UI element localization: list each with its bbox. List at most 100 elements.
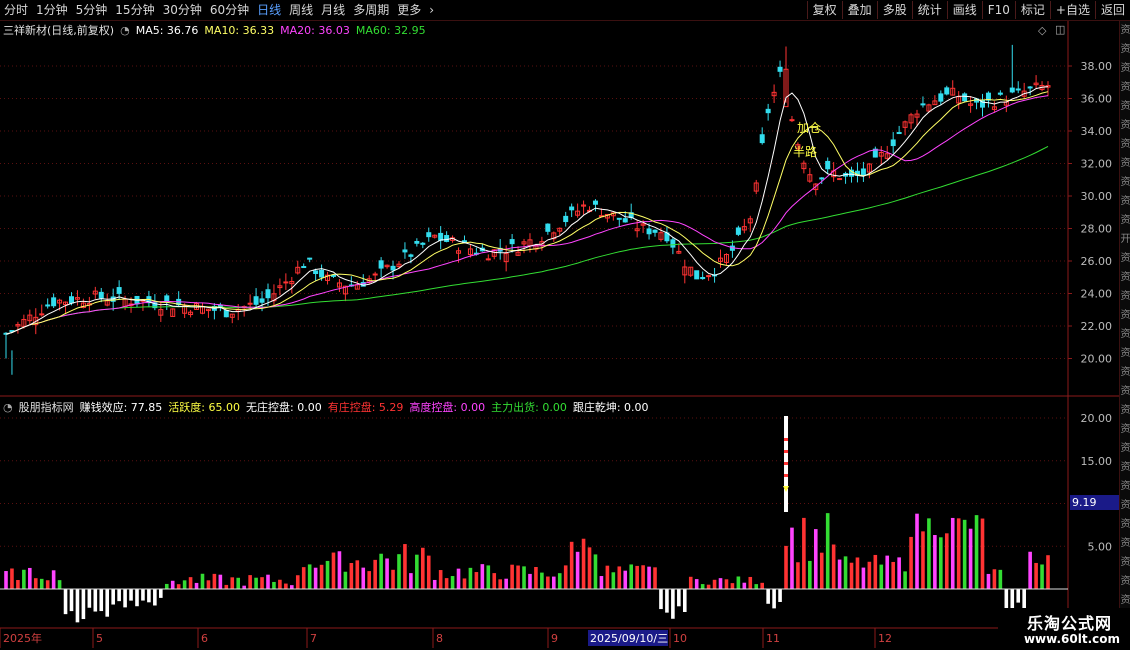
indicator-bar bbox=[784, 545, 788, 589]
indicator-title: 股朋指标网 bbox=[18, 401, 74, 414]
price-tick-label: 32.00 bbox=[1081, 158, 1113, 171]
candle-body bbox=[789, 119, 795, 122]
indicator-value: 活跃度: 65.00 bbox=[168, 401, 241, 414]
candle-body bbox=[1015, 88, 1021, 91]
sidebar-char: 资 bbox=[1120, 538, 1130, 549]
indicator-bar bbox=[438, 570, 443, 589]
date-label: 11 bbox=[766, 632, 780, 645]
sidebar-char: 资 bbox=[1120, 329, 1130, 340]
candle-body bbox=[283, 281, 289, 284]
kline-chart[interactable]: 38.00 36.00 34.00 32.00 30.00 28.00 26.00 24.00… bbox=[0, 0, 1130, 650]
candle-body bbox=[825, 160, 831, 170]
indicator-bar bbox=[218, 574, 223, 589]
indicator-bar bbox=[123, 589, 127, 608]
indicator-bar bbox=[796, 562, 800, 589]
sidebar-char: 资 bbox=[1120, 44, 1130, 55]
indicator-bar bbox=[736, 576, 741, 589]
price-tick-label: 26.00 bbox=[1081, 255, 1113, 268]
candle-body bbox=[253, 296, 259, 305]
indicator-bar bbox=[998, 569, 1003, 589]
right-info-sidebar[interactable]: 资资资资资资资资资资资开资资资资资资资资资资资资资资资资资资资资 bbox=[1119, 21, 1130, 641]
indicator-bar bbox=[813, 529, 818, 589]
indicator-bar bbox=[843, 556, 848, 589]
signal-marker-stripe bbox=[784, 474, 789, 477]
sidebar-char: 资 bbox=[1120, 462, 1130, 473]
watermark-title: 乐淘公式网 bbox=[1026, 614, 1112, 633]
candle-body bbox=[706, 275, 712, 278]
indicator-bar bbox=[677, 589, 681, 607]
indicator-bar bbox=[498, 579, 503, 589]
indicator-bar bbox=[1022, 589, 1026, 609]
indicator-bar bbox=[188, 577, 193, 589]
signal-marker-stripe bbox=[784, 450, 789, 453]
indicator-bar bbox=[63, 589, 68, 615]
indicator-bar bbox=[903, 571, 907, 589]
candle-body bbox=[890, 139, 896, 147]
indicator-bar bbox=[1046, 555, 1050, 589]
candle-body bbox=[438, 232, 444, 241]
indicator-bar bbox=[99, 589, 104, 612]
indicator-bar bbox=[248, 575, 252, 589]
indicator-bar bbox=[593, 554, 598, 589]
indicator-bar bbox=[599, 576, 604, 589]
ma60-line bbox=[5, 145, 1049, 335]
indicator-bar bbox=[69, 589, 74, 612]
indicator-bar bbox=[629, 564, 633, 589]
candle-body bbox=[1009, 87, 1015, 93]
indicator-bar bbox=[87, 589, 92, 608]
indicator-bar bbox=[712, 579, 717, 589]
indicator-bar bbox=[200, 573, 205, 589]
indicator-bar bbox=[861, 567, 866, 589]
candle-body bbox=[247, 302, 253, 305]
candle-body bbox=[330, 274, 336, 277]
indicator-bar bbox=[1010, 589, 1015, 611]
indicator-bar bbox=[135, 589, 139, 607]
indicator-bar bbox=[617, 566, 622, 589]
indicator-bar bbox=[182, 580, 187, 589]
indicator-bar bbox=[10, 568, 14, 589]
window-toggle-icon[interactable]: ◫ bbox=[1055, 23, 1065, 36]
price-tick-label: 24.00 bbox=[1081, 288, 1113, 301]
indicator-values: 赚钱效应: 77.85 活跃度: 65.00 无庄控盘: 0.00 有庄控盘: 5.2… bbox=[80, 399, 649, 415]
sidebar-char: 资 bbox=[1120, 424, 1130, 435]
indicator-bar bbox=[432, 579, 437, 589]
sidebar-char: 资 bbox=[1120, 557, 1130, 568]
sidebar-char: 资 bbox=[1120, 310, 1130, 321]
half-way-signal: 半路 bbox=[793, 145, 818, 159]
indicator-bar bbox=[808, 560, 812, 589]
diamond-icon[interactable]: ◇ bbox=[1038, 24, 1046, 37]
indicator-bar bbox=[1016, 589, 1021, 603]
ma5-line bbox=[5, 86, 1049, 335]
indicator-bar bbox=[224, 584, 229, 589]
indicator-bar bbox=[373, 559, 377, 589]
indicator-bar bbox=[295, 575, 300, 589]
sidebar-char: 资 bbox=[1120, 158, 1130, 169]
indicator-bar bbox=[605, 565, 610, 589]
price-tick-label: 34.00 bbox=[1081, 125, 1113, 138]
ma-value: MA10: 36.33 bbox=[204, 23, 275, 37]
ma-toggle-icon[interactable]: ◔ bbox=[120, 24, 130, 37]
indicator-tick-label: 5.00 bbox=[1088, 540, 1113, 553]
date-label: 2025年 bbox=[3, 631, 42, 645]
indicator-bar bbox=[575, 551, 580, 589]
sidebar-char: 资 bbox=[1120, 63, 1130, 74]
indicator-bar bbox=[962, 519, 967, 589]
sidebar-char: 资 bbox=[1120, 215, 1130, 226]
sidebar-char: 资 bbox=[1120, 519, 1130, 530]
candle-body bbox=[920, 103, 926, 106]
indicator-bar bbox=[105, 589, 110, 617]
indicator-bar bbox=[462, 578, 467, 589]
indicator-toggle-icon[interactable]: ◔ bbox=[3, 401, 13, 414]
candle-body bbox=[616, 217, 622, 220]
indicator-bar bbox=[748, 576, 753, 589]
indicator-bar bbox=[754, 584, 759, 589]
indicator-bar bbox=[141, 589, 145, 601]
sidebar-char: 资 bbox=[1120, 576, 1130, 587]
indicator-bar bbox=[284, 583, 288, 589]
indicator-bar bbox=[325, 560, 330, 589]
indicator-bar bbox=[39, 578, 44, 589]
main-chart-legend: 三祥新材(日线,前复权) ◔ MA5: 36.76 MA10: 36.33 MA20… bbox=[3, 22, 426, 38]
indicator-bar bbox=[307, 564, 312, 589]
indicator-bar bbox=[581, 538, 586, 589]
indicator-bar bbox=[891, 561, 895, 589]
